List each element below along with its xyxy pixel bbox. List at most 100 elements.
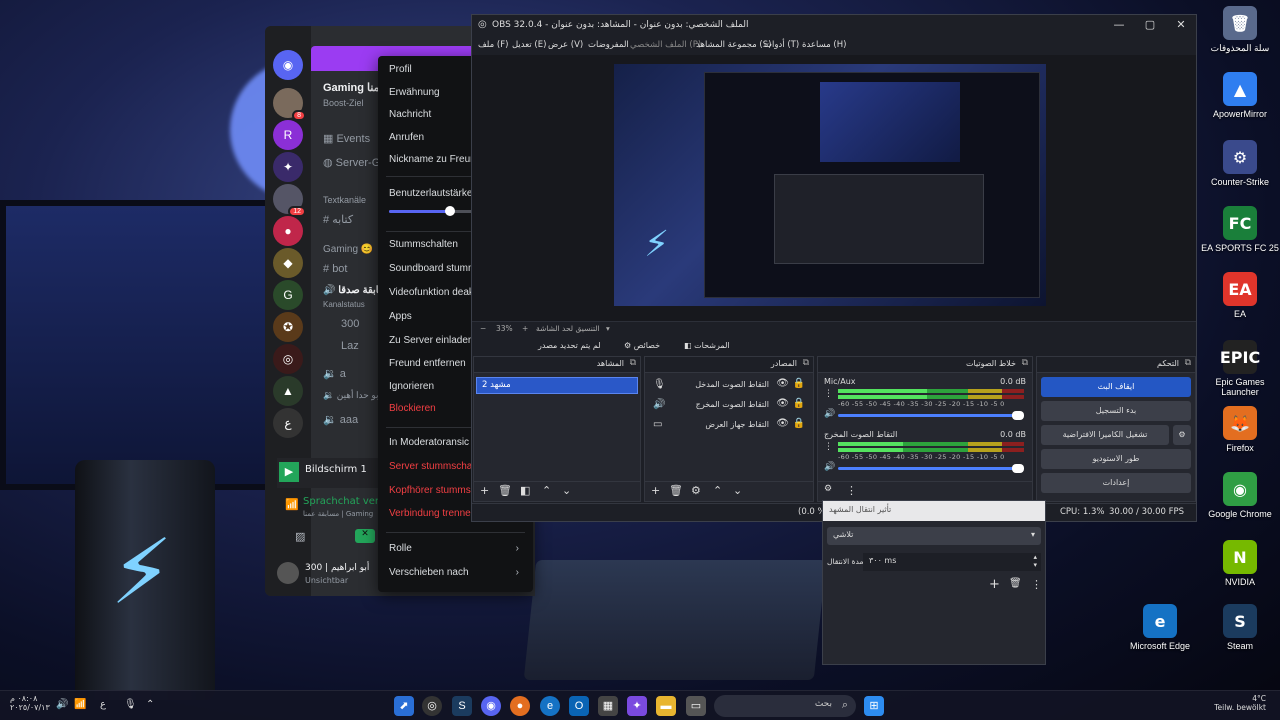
virtual-camera-button[interactable]: تشغيل الكاميرا الافتراضية <box>1041 425 1169 445</box>
gear-icon[interactable]: ⚙ <box>691 484 701 497</box>
wifi-icon[interactable]: 📶 <box>74 699 86 710</box>
dock-undock-icon[interactable]: ⧉ <box>630 358 636 368</box>
voice-channel[interactable]: 🔉 أبو حدا أهين <box>323 390 381 401</box>
channel-menu-icon[interactable]: ⋮ <box>824 442 833 452</box>
server-icon[interactable]: ◎ <box>273 344 303 374</box>
desktop-icon[interactable]: ▲ ApowerMirror <box>1200 72 1280 119</box>
up-icon[interactable]: ⌃ <box>713 484 722 497</box>
voice-channel[interactable]: 🔉 a <box>323 367 346 380</box>
start-recording-button[interactable]: بدء التسجيل <box>1041 401 1191 421</box>
context-menu-item[interactable]: Freund entfernen <box>389 358 466 369</box>
server-icon[interactable]: G <box>273 280 303 310</box>
desktop-icon[interactable]: ◉ Google Chrome <box>1200 472 1280 519</box>
context-menu-item[interactable]: Profil <box>389 64 412 75</box>
slider-knob[interactable] <box>444 206 455 216</box>
lock-icon[interactable]: 🔒 <box>793 418 805 429</box>
server-icon[interactable]: ع <box>273 408 303 438</box>
steam-taskbar-icon[interactable]: S <box>452 696 472 716</box>
context-menu-item[interactable]: Apps <box>389 311 412 322</box>
boost-goal[interactable]: Boost-Ziel <box>323 98 364 108</box>
server-icon[interactable]: R <box>273 120 303 150</box>
source-item[interactable]: 🔊 التقاط الصوت المخرج 👁 🔒 <box>645 397 813 415</box>
context-menu-item[interactable]: Videofunktion deakt <box>389 287 477 298</box>
trash-icon[interactable]: 🗑 <box>1009 578 1022 589</box>
desktop-icon[interactable]: e Microsoft Edge <box>1120 604 1200 651</box>
menu-docks[interactable]: المفروضات <box>588 40 629 50</box>
studio-mode-button[interactable]: طور الاستوديو <box>1041 449 1191 469</box>
source-item[interactable]: 🎙 التقاط الصوت المدخل 👁 🔒 <box>645 377 813 395</box>
outlook-taskbar-icon[interactable]: O <box>569 696 589 716</box>
close-share-icon[interactable]: ✕ <box>355 529 375 543</box>
eye-icon[interactable]: 👁 <box>776 418 789 429</box>
volume-slider[interactable] <box>838 464 1024 473</box>
speaker-icon[interactable]: 🔊 <box>824 462 835 472</box>
eye-icon[interactable]: 👁 <box>776 398 789 409</box>
source-item[interactable]: ▭ التقاط جهاز العرض 👁 🔒 <box>645 417 813 435</box>
minimize-icon[interactable]: — <box>1104 18 1134 34</box>
virtual-camera-settings-icon[interactable]: ⚙ <box>1173 425 1191 445</box>
server-icon[interactable]: ✪ <box>273 312 303 342</box>
desktop-icon[interactable]: ⚙ Counter-Strike <box>1200 140 1280 187</box>
zoom-in-icon[interactable]: + <box>522 324 528 333</box>
up-icon[interactable]: ⌃ <box>542 484 551 497</box>
menu-file[interactable]: ملف (F) <box>478 40 508 50</box>
desktop-icon[interactable]: 🦊 Firefox <box>1200 406 1280 453</box>
program-preview[interactable]: ⚡ <box>614 64 1046 306</box>
context-menu-item[interactable]: Nickname zu Freund <box>389 154 481 165</box>
eye-icon[interactable]: 👁 <box>776 378 789 389</box>
volume-icon[interactable]: 🔊 <box>56 699 68 710</box>
menu-help[interactable]: مساعدة (H) <box>802 40 846 50</box>
lock-icon[interactable]: 🔒 <box>793 398 805 409</box>
store-taskbar-icon[interactable]: ▦ <box>598 696 618 716</box>
add-icon[interactable]: + <box>989 577 1000 592</box>
preview-area[interactable]: ⚡ <box>472 55 1196 321</box>
context-menu-item[interactable]: Verbindung trennen <box>389 508 476 519</box>
spinner-icon[interactable]: ▴ ▾ <box>1033 553 1037 569</box>
avatar[interactable] <box>277 562 299 584</box>
desktop-icon[interactable]: S Steam <box>1200 604 1280 651</box>
zoom-out-icon[interactable]: − <box>480 324 486 333</box>
user-name[interactable]: أبو ابراهيم | 300 <box>305 563 369 573</box>
voice-member[interactable]: Laz <box>341 340 359 352</box>
discord-taskbar-icon[interactable]: ◉ <box>481 696 501 716</box>
desktop-icon[interactable]: N NVIDIA <box>1200 540 1280 587</box>
context-menu-item[interactable]: In Moderatoransic <box>389 437 469 448</box>
speaker-icon[interactable]: 🔊 <box>824 409 835 419</box>
server-icon[interactable]: ✦ <box>273 152 303 182</box>
channel-text[interactable]: # كتابه <box>323 213 353 226</box>
desktop-icon[interactable]: EPIC Epic Games Launcher <box>1200 340 1280 398</box>
language-indicator[interactable]: ع <box>100 699 106 710</box>
screen-share-off-icon[interactable]: ▨ <box>295 530 305 543</box>
edge-taskbar-icon[interactable]: e <box>540 696 560 716</box>
taskview-taskbar-icon[interactable]: ▭ <box>686 696 706 716</box>
scene-item-selected[interactable]: مشهد 2 <box>476 377 638 394</box>
menu-profile[interactable]: الملف الشخصي (P) <box>630 40 701 50</box>
context-menu-item[interactable]: Anrufen <box>389 132 424 143</box>
dock-undock-icon[interactable]: ⧉ <box>1022 358 1028 368</box>
settings-button[interactable]: إعدادات <box>1041 473 1191 493</box>
desktop-icon[interactable]: 🗑 سلة المحذوفات <box>1200 6 1280 53</box>
menu-edit[interactable]: تعديل (E) <box>512 40 546 50</box>
channel-server-guide[interactable]: ◍ Server-G <box>323 156 380 169</box>
down-icon[interactable]: ⌄ <box>562 484 571 497</box>
voice-channel[interactable]: 🔉 aaa <box>323 413 358 426</box>
trash-icon[interactable]: 🗑 <box>498 484 512 497</box>
properties-button[interactable]: ⚙ خصائص <box>618 339 666 352</box>
stop-streaming-button[interactable]: ايقاف البث <box>1041 377 1191 397</box>
server-icon[interactable]: ● <box>273 216 303 246</box>
tray-chevron-icon[interactable]: ⌃ <box>146 699 154 710</box>
context-menu-item[interactable]: Kopfhörer stummsch <box>389 485 481 496</box>
copilot-taskbar-icon[interactable]: ✦ <box>627 696 647 716</box>
context-menu-item[interactable]: Ignorieren <box>389 381 434 392</box>
search-box[interactable]: بحث ⌕ <box>714 695 856 717</box>
trash-icon[interactable]: 🗑 <box>669 484 683 497</box>
channel-menu-icon[interactable]: ⋮ <box>824 389 833 399</box>
context-menu-item[interactable]: Verschieben nach <box>389 567 469 578</box>
server-icon[interactable]: 8 <box>273 88 306 121</box>
microphone-icon[interactable]: 🎙 <box>124 699 137 710</box>
server-icon[interactable]: 12 <box>273 184 306 217</box>
context-menu-item[interactable]: Benutzerlautstärke <box>389 188 472 199</box>
slider-knob[interactable] <box>1012 411 1024 420</box>
voice-member[interactable]: 300 <box>341 318 359 330</box>
context-menu-item[interactable]: Rolle <box>389 543 412 554</box>
